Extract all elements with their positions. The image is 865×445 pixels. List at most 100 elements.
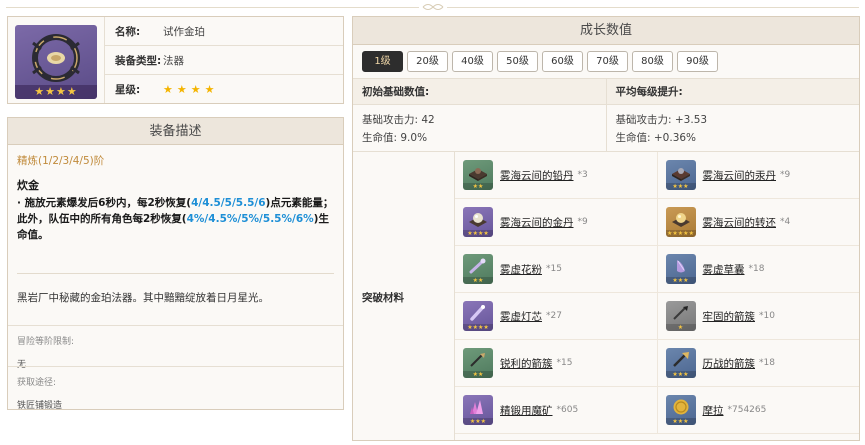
base-stats: 基础攻击力: 42 生命值: 9.0% [353,105,606,151]
level-tab-20[interactable]: 20级 [407,51,448,72]
materials-row: ★★ 雾海云间的铅丹 *3 ★★★ 雾海云间的汞丹 *9 [455,152,859,199]
ascension-limit-label: 冒险等阶限制: [17,337,75,347]
material-item[interactable]: ★★★ 雾海云间的汞丹 *9 [656,152,860,198]
material-item[interactable]: ★★ 雾虚花粉 *15 [455,246,657,292]
materials-row: ★★★★ 雾虚灯芯 *27 ★ 牢固的箭簇 *10 [455,293,859,340]
source-value: 铁匠铺锻造 [17,401,63,411]
material-count: *605 [556,405,579,415]
material-item[interactable]: ★★★★★ 雾海云间的转还 *4 [656,199,860,245]
star-icon: ★ [190,83,201,96]
top-ornament [6,2,859,12]
level-tab-70[interactable]: 70级 [587,51,628,72]
grass-sac-icon: ★★★ [665,254,696,284]
star-icon: ★ [163,83,173,96]
material-count: *15 [546,264,562,274]
material-item[interactable]: ★★★ 历战的箭簇 *18 [656,340,860,386]
material-item[interactable]: ★★★★ 雾虚灯芯 *27 [455,293,657,339]
description-panel: 装备描述 精炼(1/2/3/4/5)阶 炊金 · 施放元素爆发后6秒内，每2秒恢… [7,117,344,411]
magic-ore-icon: ★★★ [463,395,493,425]
material-name[interactable]: 雾海云间的转还 [703,215,777,230]
material-count: *9 [780,170,791,180]
materials-label: 突破材料 [353,152,455,440]
material-name[interactable]: 雾虚花粉 [500,262,542,277]
item-name-label: 名称: [115,25,141,38]
material-count: *27 [546,311,562,321]
material-item[interactable]: ★★★ 摩拉 *754265 [656,387,860,433]
base-hp: 生命值: 9.0% [362,132,428,144]
effect-heal-values: 4%/4.5%/5%/5.5%/6% [186,213,314,225]
item-name: 试作金珀 [163,25,205,38]
sharp-arrowhead-icon: ★★ [463,348,493,378]
materials-row: ★★★★ 雾海云间的金丹 *9 ★★★★★ 雾海云间的转还 *4 [455,199,859,246]
materials-row: ★★★ 精锻用魔矿 *605 ★★★ 摩拉 *754265 [455,387,859,434]
base-atk: 基础攻击力: 42 [362,114,435,126]
mercury-block-icon: ★★★ [665,160,696,190]
item-info-table: 名称: 试作金珀 装备类型: 法器 星级: ★ ★ ★ ★ [104,17,343,103]
material-count: *15 [556,358,573,368]
material-item[interactable]: ★ 牢固的箭簇 *10 [656,293,860,339]
material-item[interactable]: ★★ 锐利的箭簇 *15 [455,340,657,386]
materials-row: ★★ 雾虚花粉 *15 ★★★ 雾虚草囊 *18 [455,246,859,293]
material-name[interactable]: 精锻用魔矿 [500,403,553,418]
material-item[interactable]: ★★ 雾海云间的铅丹 *3 [455,152,657,198]
item-type: 法器 [163,54,184,67]
effect-description: · 施放元素爆发后6秒内，每2秒恢复(4/4.5/5/5.5/6)点元素能量；此… [8,193,343,243]
mora-coin-icon: ★★★ [665,395,696,425]
material-count: *3 [577,170,588,180]
ascension-materials: 突破材料 ★★ 雾海云间的铅丹 *3 ★★★ 雾海云间的汞丹 *9 ★★★★ 雾海云… [353,152,859,440]
per-level-header: 平均每级提升: [605,79,860,104]
item-name-row: 名称: 试作金珀 [105,17,343,46]
material-name[interactable]: 历战的箭簇 [703,356,756,371]
material-name[interactable]: 雾海云间的金丹 [500,215,574,230]
level-tabs: 1级 20级 40级 50级 60级 70级 80级 90级 [353,45,859,79]
inc-hp: 生命值: +0.36% [615,132,697,144]
lead-block-icon: ★★ [463,160,493,190]
material-count: *18 [759,358,775,368]
weathered-arrowhead-icon: ★★★ [665,348,696,378]
material-name[interactable]: 锐利的箭簇 [500,356,553,371]
star-icon: ★ [176,83,187,96]
base-stats-header: 初始基础数值: [362,86,430,98]
level-tab-50[interactable]: 50级 [497,51,538,72]
level-tab-90[interactable]: 90级 [677,51,718,72]
material-name[interactable]: 雾海云间的汞丹 [703,168,777,183]
inc-atk: 基础攻击力: +3.53 [615,114,708,126]
item-type-row: 装备类型: 法器 [105,46,343,75]
growth-header: 成长数值 [353,17,859,45]
golden-pearl-icon: ★★★★★ [665,207,696,237]
item-rarity-row: 星级: ★ ★ ★ ★ [105,75,343,104]
material-item[interactable]: ★★★ 雾虚草囊 *18 [656,246,860,292]
material-name[interactable]: 牢固的箭簇 [703,309,756,324]
material-count: *10 [759,311,775,321]
level-tab-80[interactable]: 80级 [632,51,673,72]
material-name[interactable]: 雾海云间的铅丹 [500,168,574,183]
effect-text-part: · 施放元素爆发后6秒内，每2秒恢复( [17,197,192,209]
item-card: ★★★★ 名称: 试作金珀 装备类型: 法器 星级: ★ ★ ★ ★ [7,16,344,104]
stats-values-row: 基础攻击力: 42 生命值: 9.0% 基础攻击力: +3.53 生命值: +0… [353,105,859,152]
level-tab-1[interactable]: 1级 [362,51,403,72]
level-tab-40[interactable]: 40级 [452,51,493,72]
flavor-text: 黑岩厂中秘藏的金珀法器。其中黯黯绽放着日月星光。 [17,292,269,304]
level-tab-60[interactable]: 60级 [542,51,583,72]
lamp-wick-icon: ★★★★ [463,301,493,331]
material-count: *4 [780,217,791,227]
material-item[interactable]: ★★★★ 雾海云间的金丹 *9 [455,199,657,245]
rarity-stars: ★ ★ ★ ★ [163,83,219,96]
item-rarity-label: 星级: [115,84,141,96]
materials-row: ★★ 锐利的箭簇 *15 ★★★ 历战的箭簇 *18 [455,340,859,387]
source-label: 获取途径: [17,378,57,388]
arrowhead-icon: ★ [665,301,696,331]
source-section: 获取途径: 铁匠铺锻造 [8,366,343,411]
material-name[interactable]: 雾虚灯芯 [500,309,542,324]
material-item[interactable]: ★★★ 精锻用魔矿 *605 [455,387,657,433]
refine-levels: 精炼(1/2/3/4/5)阶 [17,155,105,167]
star-icon: ★ [204,83,215,96]
material-name[interactable]: 摩拉 [703,403,724,418]
growth-panel: 成长数值 1级 20级 40级 50级 60级 70级 80级 90级 初始基础数值: 平均每… [352,16,860,441]
description-header: 装备描述 [8,118,343,145]
materials-grid: ★★ 雾海云间的铅丹 *3 ★★★ 雾海云间的汞丹 *9 ★★★★ 雾海云间的金丹 *… [455,152,859,440]
item-rarity-stars: ★★★★ [15,85,97,99]
material-name[interactable]: 雾虚草囊 [703,262,745,277]
catalyst-ring-icon: ★★★★ [15,25,97,99]
effect-name: 炊金 [17,179,39,192]
